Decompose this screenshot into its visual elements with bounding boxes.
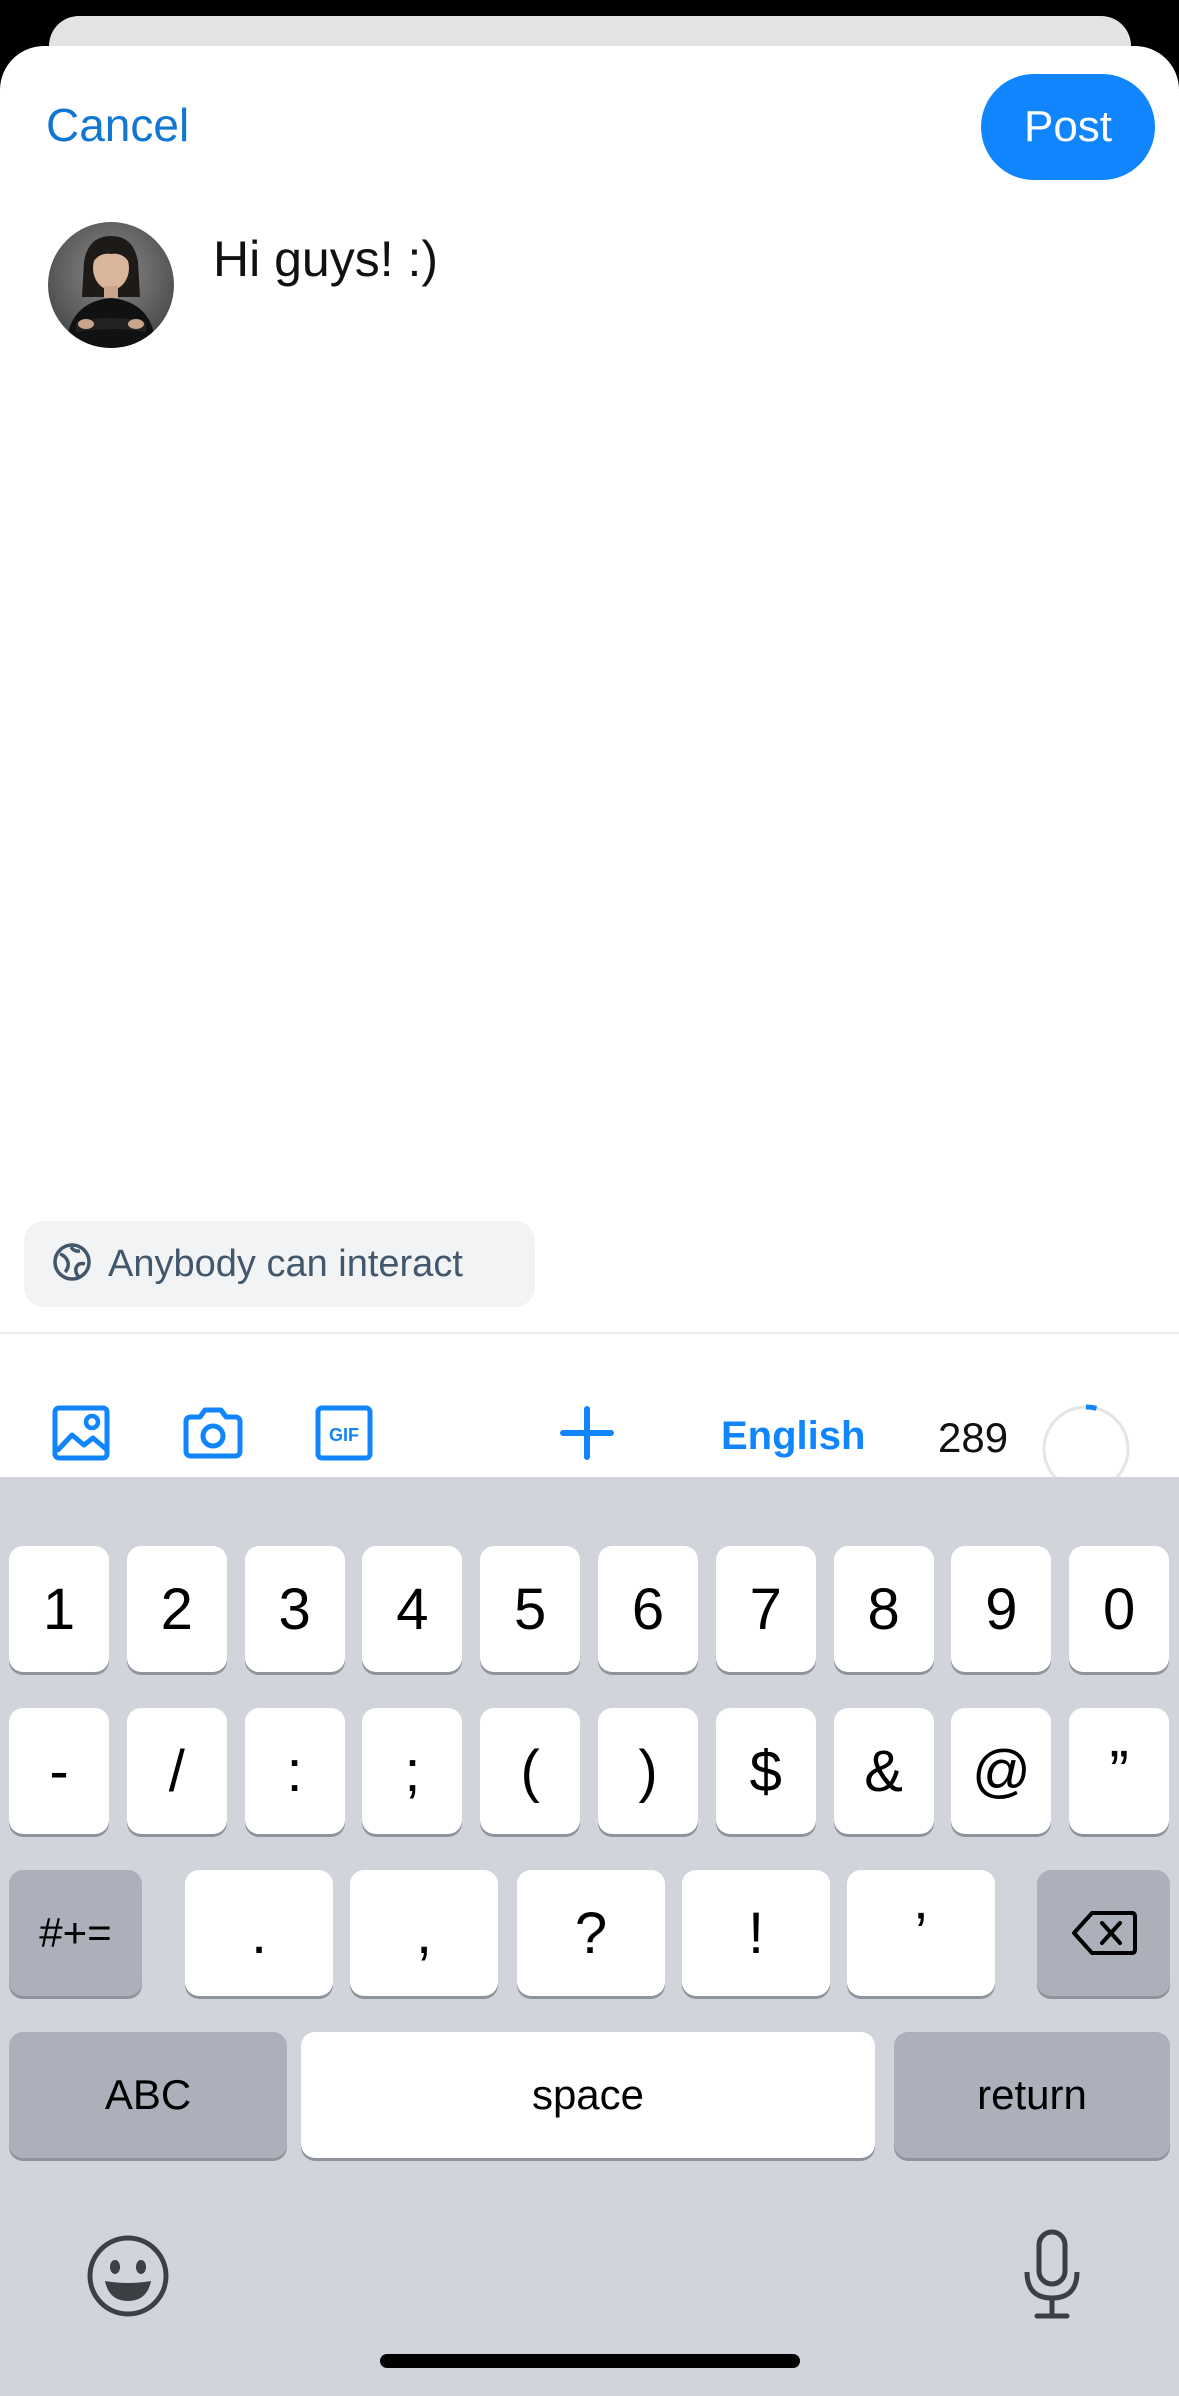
more-symbols-key[interactable]: #+= [9, 1870, 142, 1996]
key-9[interactable]: 9 [951, 1546, 1052, 1672]
gif-label: GIF [329, 1425, 359, 1445]
toolbar-divider [0, 1332, 1179, 1334]
abc-key[interactable]: ABC [9, 2032, 287, 2158]
key-7[interactable]: 7 [715, 1546, 816, 1672]
key-2[interactable]: 2 [126, 1546, 227, 1672]
return-key[interactable]: return [894, 2032, 1170, 2158]
key-symbol[interactable]: ” [1069, 1708, 1170, 1834]
plus-icon[interactable] [556, 1402, 618, 1464]
key-4[interactable]: 4 [362, 1546, 463, 1672]
interaction-settings-button[interactable]: Anybody can interact [24, 1221, 535, 1307]
key-punctuation[interactable]: , [350, 1870, 498, 1996]
key-punctuation[interactable]: ! [682, 1870, 830, 1996]
key-symbol[interactable]: : [244, 1708, 345, 1834]
key-symbol[interactable]: ; [362, 1708, 463, 1834]
post-button[interactable]: Post [981, 74, 1155, 180]
key-symbol[interactable]: $ [715, 1708, 816, 1834]
key-punctuation[interactable]: ? [517, 1870, 665, 1996]
camera-icon[interactable] [182, 1402, 244, 1464]
space-key[interactable]: space [301, 2032, 875, 2158]
key-symbol[interactable]: / [126, 1708, 227, 1834]
key-symbol[interactable]: ( [480, 1708, 581, 1834]
key-5[interactable]: 5 [480, 1546, 581, 1672]
avatar [48, 222, 174, 348]
backspace-icon [1071, 1911, 1137, 1955]
key-6[interactable]: 6 [598, 1546, 698, 1672]
key-8[interactable]: 8 [833, 1546, 934, 1672]
globe-icon [52, 1242, 92, 1287]
microphone-icon[interactable] [1019, 2228, 1085, 2320]
key-punctuation[interactable]: . [185, 1870, 333, 1996]
key-3[interactable]: 3 [244, 1546, 345, 1672]
key-symbol[interactable]: @ [951, 1708, 1052, 1834]
key-0[interactable]: 0 [1069, 1546, 1170, 1672]
delete-key[interactable] [1037, 1870, 1170, 1996]
key-symbol[interactable]: - [9, 1708, 109, 1834]
gif-icon[interactable]: GIF [313, 1402, 375, 1464]
emoji-icon[interactable] [85, 2233, 171, 2319]
compose-text-input[interactable]: Hi guys! :) [213, 230, 438, 288]
home-indicator[interactable] [380, 2354, 800, 2368]
character-count: 289 [938, 1414, 1009, 1461]
key-symbol[interactable]: & [833, 1708, 934, 1834]
language-selector[interactable]: English [721, 1414, 865, 1459]
cancel-button[interactable]: Cancel [46, 102, 189, 148]
key-1[interactable]: 1 [9, 1546, 109, 1672]
interaction-label: Anybody can interact [108, 1242, 463, 1285]
key-symbol[interactable]: ) [598, 1708, 698, 1834]
image-icon[interactable] [50, 1402, 112, 1464]
key-punctuation[interactable]: ’ [847, 1870, 995, 1996]
